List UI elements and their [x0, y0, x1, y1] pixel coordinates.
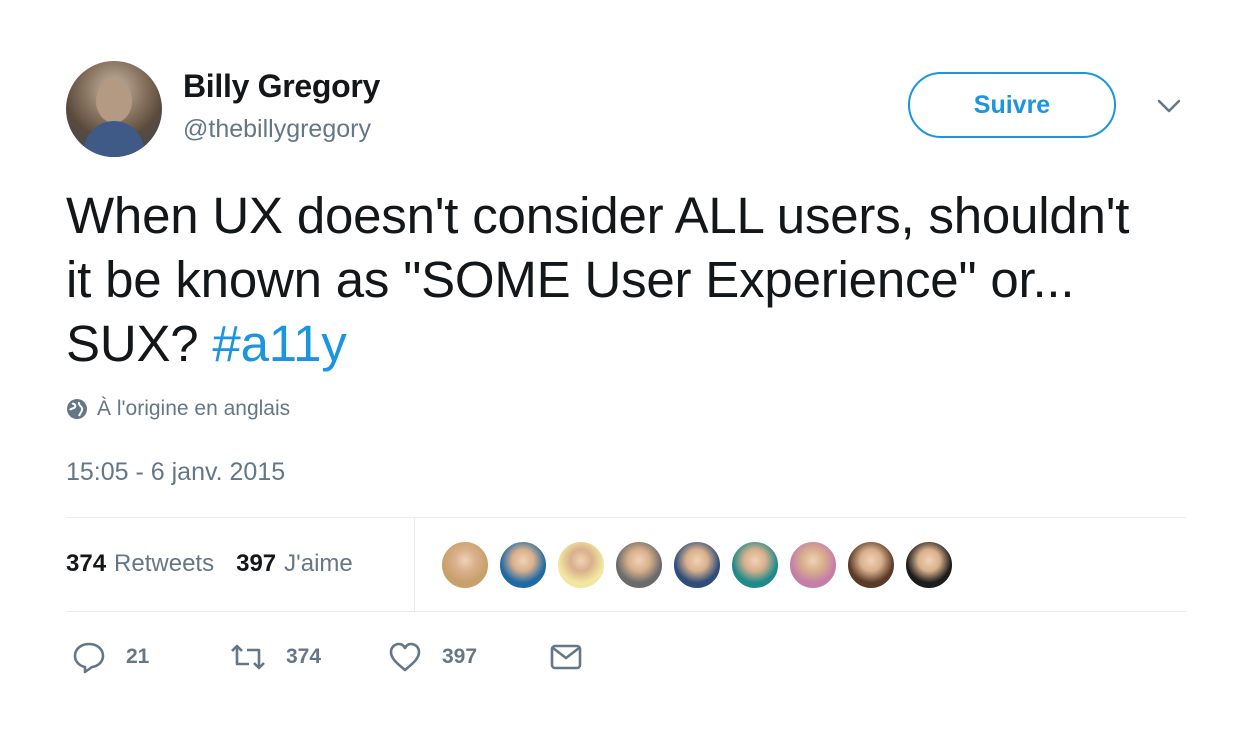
- author-handle[interactable]: @thebillygregory: [183, 115, 371, 144]
- retweet-button[interactable]: 374: [230, 642, 388, 672]
- divider: [66, 611, 1186, 612]
- author-avatar[interactable]: [66, 61, 162, 157]
- glasses-bowtie-avatar[interactable]: [499, 541, 547, 589]
- heart-icon: [389, 642, 421, 672]
- avatar-face: [96, 79, 132, 123]
- envelope-icon: [550, 644, 582, 670]
- photo-avatar[interactable]: [905, 541, 953, 589]
- pixel-art-avatar[interactable]: [441, 541, 489, 589]
- avatar-shirt: [84, 121, 144, 157]
- divider: [66, 517, 1186, 518]
- retweets-count[interactable]: 374: [66, 550, 106, 578]
- tweet-timestamp[interactable]: 15:05 - 6 janv. 2015: [66, 458, 285, 487]
- author-name[interactable]: Billy Gregory: [183, 68, 380, 105]
- divider: [414, 518, 415, 611]
- photo-avatar[interactable]: [731, 541, 779, 589]
- retweets-label[interactable]: Retweets: [114, 550, 214, 578]
- reply-icon: [73, 642, 105, 674]
- photo-avatar[interactable]: [789, 541, 837, 589]
- chevron-down-icon[interactable]: [1156, 96, 1182, 116]
- cartoon-face-avatar[interactable]: [557, 541, 605, 589]
- retweet-count: 374: [286, 645, 322, 668]
- reply-count: 21: [126, 645, 150, 668]
- follow-button[interactable]: Suivre: [908, 72, 1116, 138]
- liker-avatars: [441, 541, 963, 589]
- original-language-label: À l'origine en anglais: [97, 397, 291, 420]
- photo-avatar[interactable]: [847, 541, 895, 589]
- tweet-stats: 374 Retweets 397 J'aime: [66, 550, 375, 578]
- likes-count[interactable]: 397: [236, 550, 276, 578]
- hashtag-link[interactable]: #a11y: [212, 315, 346, 372]
- original-language-note: À l'origine en anglais: [66, 397, 290, 421]
- photo-avatar[interactable]: [673, 541, 721, 589]
- tweet-actions: 21 374 397: [72, 640, 602, 674]
- globe-icon: [67, 399, 87, 419]
- like-button[interactable]: 397: [388, 641, 550, 673]
- like-count: 397: [442, 645, 478, 668]
- photo-avatar[interactable]: [615, 541, 663, 589]
- reply-button[interactable]: 21: [72, 640, 230, 674]
- retweet-icon: [231, 644, 265, 670]
- tweet-text: When UX doesn't consider ALL users, shou…: [66, 184, 1166, 376]
- direct-message-button[interactable]: [550, 644, 602, 670]
- likes-label[interactable]: J'aime: [284, 550, 353, 578]
